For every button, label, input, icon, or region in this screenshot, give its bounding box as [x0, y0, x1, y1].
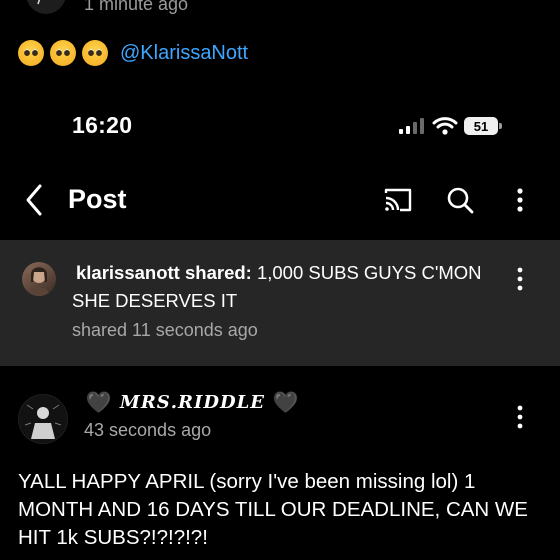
- comment-timestamp: 1 minute ago: [84, 0, 189, 14]
- back-chevron-icon[interactable]: [20, 182, 50, 218]
- comment-content: @KlarissaNott: [18, 40, 248, 66]
- black-heart-icon: 🖤: [86, 390, 112, 414]
- post-timestamp: 43 seconds ago: [84, 420, 212, 440]
- battery-level: 51: [473, 118, 489, 134]
- more-options-icon[interactable]: [510, 184, 530, 216]
- post-more-options-icon[interactable]: [510, 402, 530, 432]
- cast-icon[interactable]: [382, 184, 414, 216]
- mention-link[interactable]: @KlarissaNott: [120, 42, 248, 65]
- shared-text-line1: 1,000 SUBS GUYS C'MON: [251, 262, 482, 283]
- post-author-avatar[interactable]: [18, 394, 68, 444]
- pleading-face-icon: [82, 40, 108, 66]
- signal-icon: [399, 118, 424, 134]
- page-title: Post: [68, 184, 127, 214]
- black-heart-icon: 🖤: [273, 390, 299, 414]
- shared-user-avatar[interactable]: [22, 262, 56, 296]
- battery-indicator: 51: [464, 117, 502, 135]
- status-icons: 51: [398, 116, 502, 136]
- post-author[interactable]: 🖤 𝑴𝑹𝑺.𝑹𝑰𝑫𝑫𝑳𝑬 🖤: [86, 390, 299, 414]
- wifi-icon: [432, 117, 458, 135]
- shared-timestamp: shared 11 seconds ago: [72, 320, 258, 340]
- post-body-text: YALL HAPPY APRIL (sorry I've been missin…: [18, 470, 528, 549]
- comment-avatar[interactable]: [26, 0, 66, 14]
- shared-more-options-icon[interactable]: [510, 264, 530, 294]
- shared-username[interactable]: klarissanott: [76, 262, 180, 283]
- post-author-name: 𝑴𝑹𝑺.𝑹𝑰𝑫𝑫𝑳𝑬: [119, 391, 266, 413]
- shared-text-line2: SHE DESERVES IT: [72, 290, 238, 311]
- status-time: 16:20: [72, 112, 133, 138]
- pleading-face-icon: [18, 40, 44, 66]
- shared-post-headline: klarissanott shared: 1,000 SUBS GUYS C'M…: [76, 262, 482, 284]
- shared-action: shared:: [179, 262, 252, 283]
- pleading-face-icon: [50, 40, 76, 66]
- search-icon[interactable]: [444, 184, 476, 216]
